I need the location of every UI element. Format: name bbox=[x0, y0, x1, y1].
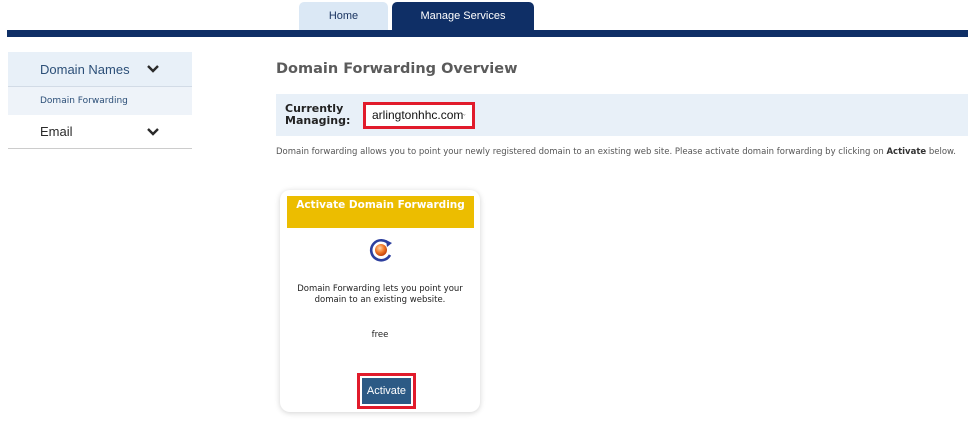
page-title: Domain Forwarding Overview bbox=[276, 61, 518, 77]
currently-managing-bar: Currently Managing: arlingtonhhc.com bbox=[276, 94, 968, 136]
chevron-down-icon bbox=[147, 65, 159, 73]
sidebar-item-domain-forwarding[interactable]: Domain Forwarding bbox=[8, 87, 192, 115]
sidebar-item-domain-names[interactable]: Domain Names bbox=[8, 52, 192, 87]
selected-domain-value: arlingtonhhc.com bbox=[372, 108, 464, 122]
refresh-orb-icon bbox=[369, 239, 392, 262]
activate-button[interactable]: Activate bbox=[362, 378, 411, 404]
tab-manage-services[interactable]: Manage Services bbox=[392, 2, 534, 30]
tab-home[interactable]: Home bbox=[299, 2, 388, 30]
sidebar-item-label: Email bbox=[40, 124, 73, 139]
sidebar-item-label: Domain Names bbox=[40, 61, 130, 77]
sidebar: Domain Names Domain Forwarding Email bbox=[8, 52, 192, 149]
chevron-down-icon bbox=[147, 127, 159, 136]
domain-select-highlight: arlingtonhhc.com bbox=[363, 101, 475, 129]
sidebar-item-email[interactable]: Email bbox=[8, 115, 192, 149]
card-description: Domain Forwarding lets you point your do… bbox=[297, 284, 463, 305]
domain-forwarding-card: Activate Domain Forwarding Domain Forwar… bbox=[280, 190, 480, 412]
currently-managing-label: Currently Managing: bbox=[285, 102, 351, 127]
chevron-down-icon bbox=[463, 114, 466, 116]
card-header: Activate Domain Forwarding bbox=[287, 196, 474, 228]
top-tabs: Home Manage Services bbox=[299, 2, 534, 30]
nav-bar-strip bbox=[7, 30, 968, 37]
domain-select[interactable]: arlingtonhhc.com bbox=[368, 106, 470, 124]
activate-button-highlight: Activate bbox=[357, 373, 416, 409]
card-price: free bbox=[371, 330, 389, 340]
intro-text: Domain forwarding allows you to point yo… bbox=[276, 147, 956, 157]
intro-bold-activate: Activate bbox=[886, 147, 927, 157]
